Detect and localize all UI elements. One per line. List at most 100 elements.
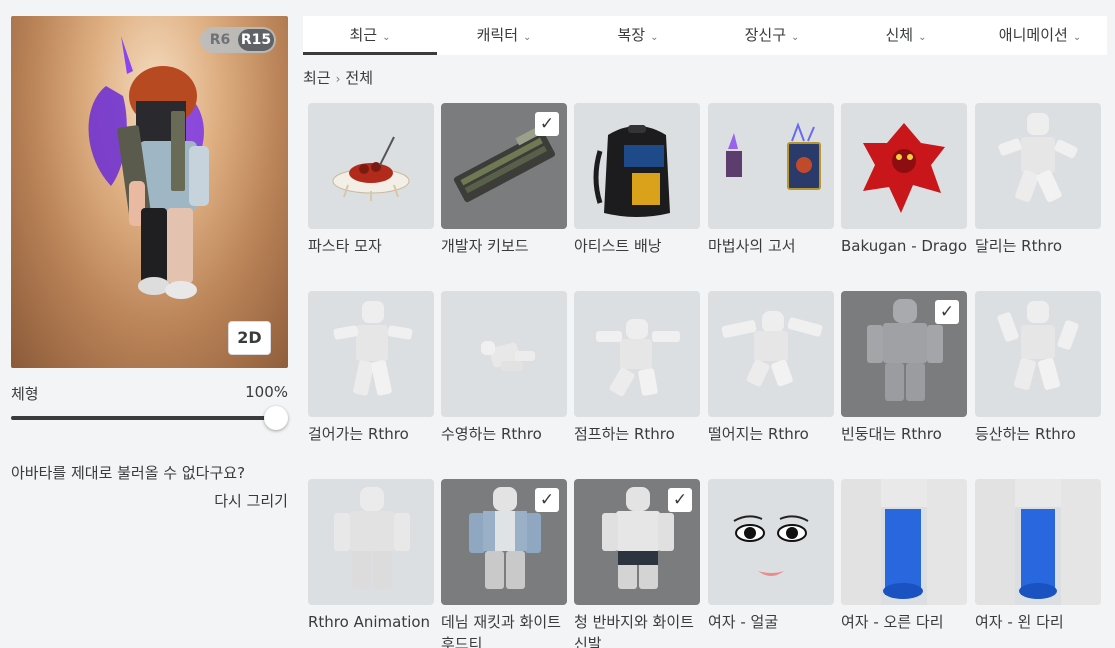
item-thumbnail[interactable] <box>441 291 567 417</box>
tab-characters[interactable]: 캐릭터 ⌄ <box>437 16 571 55</box>
chevron-right-icon: › <box>335 72 341 86</box>
left-leg-icon <box>975 479 1101 605</box>
item-tile[interactable]: 등산하는 Rthro <box>975 291 1101 445</box>
item-thumbnail[interactable] <box>308 479 434 605</box>
reload-message: 아바타를 제대로 불러올 수 없다구요? <box>11 464 246 482</box>
tab-recent[interactable]: 최근 ⌄ <box>303 16 437 55</box>
rig-option-r15[interactable]: R15 <box>238 29 274 51</box>
item-name: 여자 - 오른 다리 <box>841 613 944 631</box>
item-thumbnail[interactable] <box>308 291 434 417</box>
tab-label: 애니메이션 <box>998 26 1068 44</box>
body-type-label: 체형 <box>11 385 39 403</box>
item-thumbnail[interactable] <box>975 291 1101 417</box>
item-thumbnail[interactable] <box>308 103 434 229</box>
item-tile[interactable]: 여자 - 얼굴 <box>708 479 834 633</box>
chevron-down-icon: ⌄ <box>791 32 800 43</box>
rig-option-r6[interactable]: R6 <box>202 29 238 51</box>
item-tile[interactable]: 수영하는 Rthro <box>441 291 567 445</box>
item-thumbnail[interactable] <box>841 103 967 229</box>
breadcrumb: 최근 › 전체 <box>303 67 373 88</box>
item-tile[interactable]: ✓ 청 반바지와 화이트 신발 <box>574 479 700 648</box>
item-tile[interactable]: Bakugan - Drago <box>841 103 967 257</box>
tab-label: 최근 <box>349 26 378 44</box>
tab-animations[interactable]: 애니메이션 ⌄ <box>973 16 1107 55</box>
item-tile[interactable]: 마법사의 고서 <box>708 103 834 257</box>
item-tile[interactable]: ✓ 데님 재킷과 화이트 후드티 <box>441 479 567 648</box>
item-name: 파스타 모자 <box>308 237 382 255</box>
body-type-slider-track[interactable] <box>11 416 277 420</box>
item-name: 점프하는 Rthro <box>574 425 675 443</box>
item-thumbnail[interactable] <box>708 479 834 605</box>
item-name: 달리는 Rthro <box>975 237 1062 255</box>
check-icon: ✓ <box>535 488 559 512</box>
item-tile[interactable]: 아티스트 배낭 <box>574 103 700 257</box>
item-name: 마법사의 고서 <box>708 237 796 255</box>
item-tile[interactable]: Rthro Animation <box>308 479 434 633</box>
item-tile[interactable]: 파스타 모자 <box>308 103 434 257</box>
item-thumbnail[interactable] <box>708 103 834 229</box>
rig-type-toggle[interactable]: R6 R15 <box>200 27 276 53</box>
swimming-figure-icon <box>481 341 535 371</box>
chevron-down-icon: ⌄ <box>918 32 927 43</box>
item-name: 데님 재킷과 화이트 후드티 <box>441 613 561 648</box>
breadcrumb-current: 전체 <box>345 69 374 87</box>
chevron-down-icon: ⌄ <box>650 32 659 43</box>
spellbook-icon <box>726 122 821 190</box>
item-name: 아티스트 배낭 <box>574 237 662 255</box>
tab-label: 장신구 <box>744 26 786 44</box>
item-thumbnail[interactable] <box>708 291 834 417</box>
item-name: 수영하는 Rthro <box>441 425 542 443</box>
tab-label: 복장 <box>617 26 646 44</box>
tab-accessories[interactable]: 장신구 ⌄ <box>705 16 839 55</box>
item-name: 청 반바지와 화이트 신발 <box>574 613 694 648</box>
tab-body[interactable]: 신체 ⌄ <box>839 16 973 55</box>
item-thumbnail[interactable] <box>975 479 1101 605</box>
category-tabs: 최근 ⌄ 캐릭터 ⌄ 복장 ⌄ 장신구 ⌄ 신체 ⌄ 애니메이션 ⌄ <box>303 16 1107 55</box>
walking-figure-icon <box>333 301 413 396</box>
check-icon: ✓ <box>935 300 959 324</box>
item-tile[interactable]: ✓ 개발자 키보드 <box>441 103 567 257</box>
backpack-icon <box>593 125 670 217</box>
standing-figure-icon <box>334 487 410 589</box>
item-tile[interactable]: 떨어지는 Rthro <box>708 291 834 445</box>
redraw-link[interactable]: 다시 그리기 <box>150 490 288 511</box>
item-tile[interactable]: 여자 - 왼 다리 <box>975 479 1101 633</box>
item-thumbnail[interactable]: ✓ <box>441 103 567 229</box>
pasta-hat-icon <box>332 136 410 201</box>
item-thumbnail[interactable] <box>841 479 967 605</box>
item-name: 떨어지는 Rthro <box>708 425 809 443</box>
view-2d-button[interactable]: 2D <box>228 321 271 355</box>
check-icon: ✓ <box>535 112 559 136</box>
item-name: Rthro Animation <box>308 613 431 631</box>
item-tile[interactable]: 걸어가는 Rthro <box>308 291 434 445</box>
item-tile[interactable]: 점프하는 Rthro <box>574 291 700 445</box>
running-figure-icon <box>998 113 1078 202</box>
item-thumbnail[interactable]: ✓ <box>574 479 700 605</box>
face-icon <box>733 515 809 576</box>
item-name: Bakugan - Drago <box>841 237 967 255</box>
item-thumbnail[interactable]: ✓ <box>441 479 567 605</box>
item-name: 여자 - 얼굴 <box>708 613 779 631</box>
chevron-down-icon: ⌄ <box>523 32 532 43</box>
item-thumbnail[interactable] <box>574 103 700 229</box>
item-thumbnail[interactable] <box>975 103 1101 229</box>
check-icon: ✓ <box>668 488 692 512</box>
tab-label: 캐릭터 <box>476 26 518 44</box>
item-tile[interactable]: ✓ 빈둥대는 Rthro <box>841 291 967 445</box>
item-tile[interactable]: 달리는 Rthro <box>975 103 1101 257</box>
item-thumbnail[interactable] <box>574 291 700 417</box>
chevron-down-icon: ⌄ <box>382 32 391 43</box>
right-leg-icon <box>841 479 967 605</box>
tab-clothing[interactable]: 복장 ⌄ <box>571 16 705 55</box>
item-name: 여자 - 왼 다리 <box>975 613 1064 631</box>
item-tile[interactable]: 여자 - 오른 다리 <box>841 479 967 633</box>
jumping-figure-icon <box>596 319 680 397</box>
body-type-value: 100% <box>245 383 288 401</box>
avatar-preview[interactable]: R6 R15 2D <box>11 16 288 368</box>
body-type-slider-thumb[interactable] <box>264 406 288 430</box>
item-name: 빈둥대는 Rthro <box>841 425 942 443</box>
item-thumbnail[interactable]: ✓ <box>841 291 967 417</box>
breadcrumb-parent[interactable]: 최근 <box>303 69 331 87</box>
dragon-icon <box>863 123 945 213</box>
tab-label: 신체 <box>885 26 914 44</box>
